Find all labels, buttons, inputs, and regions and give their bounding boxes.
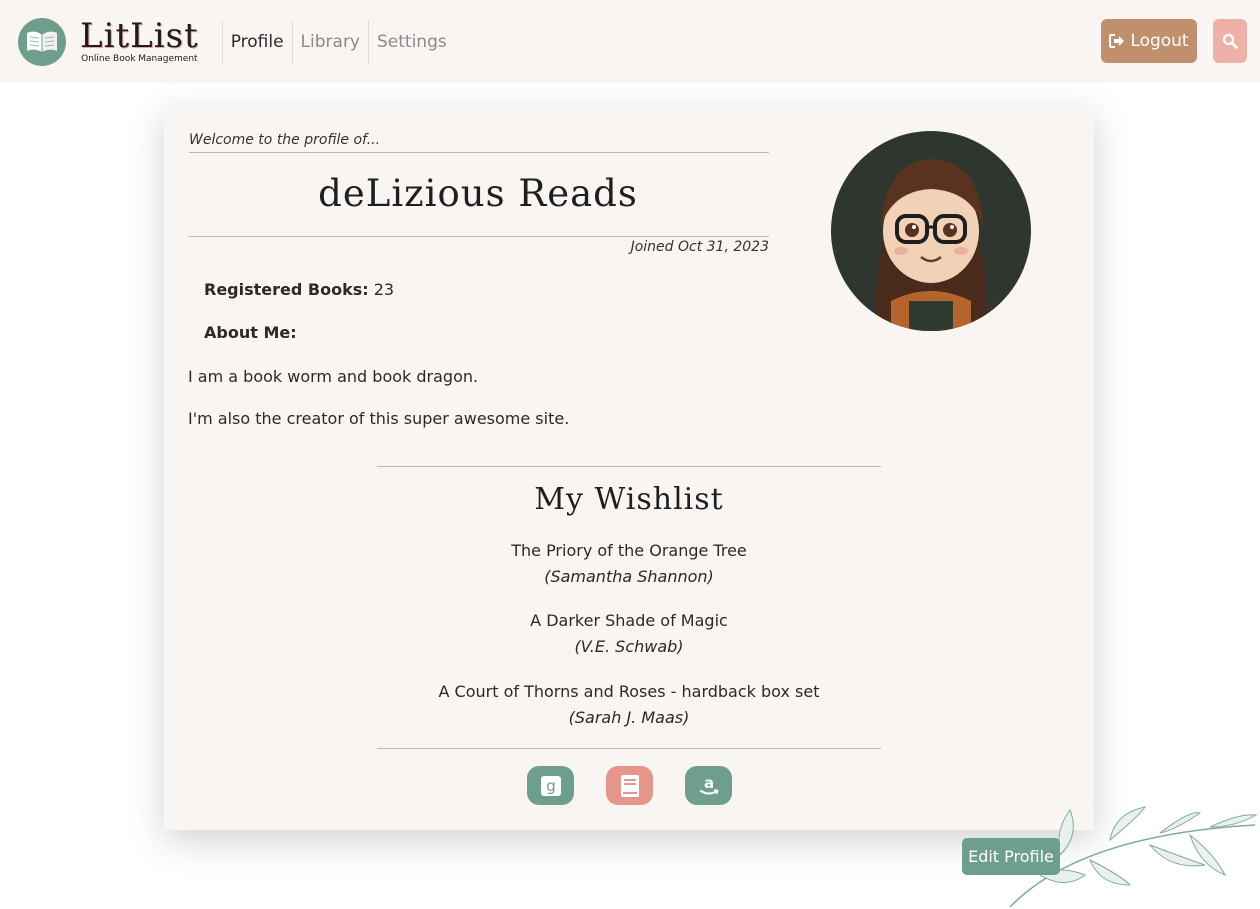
- open-book-icon: [18, 17, 66, 66]
- profile-card: Welcome to the profile of... deLizious R…: [164, 106, 1094, 830]
- navbar: LitList Online Book Management Profile L…: [0, 0, 1260, 83]
- amazon-icon: a: [699, 775, 719, 794]
- wishlist-book-title: The Priory of the Orange Tree: [511, 541, 747, 560]
- divider: [377, 748, 881, 749]
- profile-name: deLizious Reads: [318, 172, 638, 215]
- goodreads-link[interactable]: g: [527, 766, 574, 805]
- nav-item-settings[interactable]: Settings: [368, 19, 455, 64]
- logout-button[interactable]: Logout: [1101, 19, 1197, 63]
- about-me-label: About Me:: [204, 323, 297, 342]
- wishlist-item: A Darker Shade of Magic (V.E. Schwab): [377, 611, 881, 656]
- wishlist-title: My Wishlist: [534, 482, 724, 517]
- book-icon: [620, 774, 639, 797]
- wishlist-book-title: A Court of Thorns and Roses - hardback b…: [438, 682, 820, 701]
- search-icon: [1222, 33, 1238, 49]
- search-button[interactable]: [1213, 19, 1247, 63]
- nav-item-profile[interactable]: Profile: [221, 19, 292, 64]
- about-me-line: I am a book worm and book dragon.: [188, 367, 479, 386]
- goodreads-icon: g: [540, 775, 561, 796]
- about-me-line: I'm also the creator of this super aweso…: [188, 409, 570, 428]
- brand-title: LitList: [80, 16, 199, 56]
- brand-logo-link[interactable]: LitList Online Book Management: [18, 16, 199, 66]
- amazon-link[interactable]: a: [685, 766, 732, 805]
- registered-books: Registered Books: 23: [204, 280, 394, 299]
- registered-books-label: Registered Books:: [204, 280, 369, 299]
- sign-out-icon: [1109, 34, 1125, 48]
- avatar: [831, 131, 1031, 331]
- svg-text:g: g: [546, 777, 556, 795]
- logout-label: Logout: [1130, 31, 1189, 51]
- registered-books-value: 23: [373, 280, 395, 299]
- welcome-text: Welcome to the profile of...: [189, 132, 769, 153]
- wishlist-item: The Priory of the Orange Tree (Samantha …: [377, 541, 881, 586]
- wishlist-book-title: A Darker Shade of Magic: [530, 611, 728, 630]
- wishlist-book-author: (V.E. Schwab): [574, 637, 684, 656]
- main-nav: Profile Library Settings: [221, 19, 455, 64]
- edit-profile-button[interactable]: Edit Profile: [962, 838, 1060, 875]
- wishlist-book-author: (Samantha Shannon): [544, 567, 714, 586]
- brand-subtitle: Online Book Management: [81, 54, 198, 64]
- svg-text:a: a: [703, 775, 713, 792]
- divider: [377, 466, 881, 467]
- wishlist-item: A Court of Thorns and Roses - hardback b…: [377, 682, 881, 727]
- divider: [188, 236, 769, 237]
- about-me-heading: About Me:: [204, 323, 297, 342]
- book-link[interactable]: [606, 766, 653, 805]
- wishlist-book-author: (Sarah J. Maas): [568, 708, 690, 727]
- nav-item-library[interactable]: Library: [291, 19, 368, 64]
- joined-date: Joined Oct 31, 2023: [630, 239, 769, 255]
